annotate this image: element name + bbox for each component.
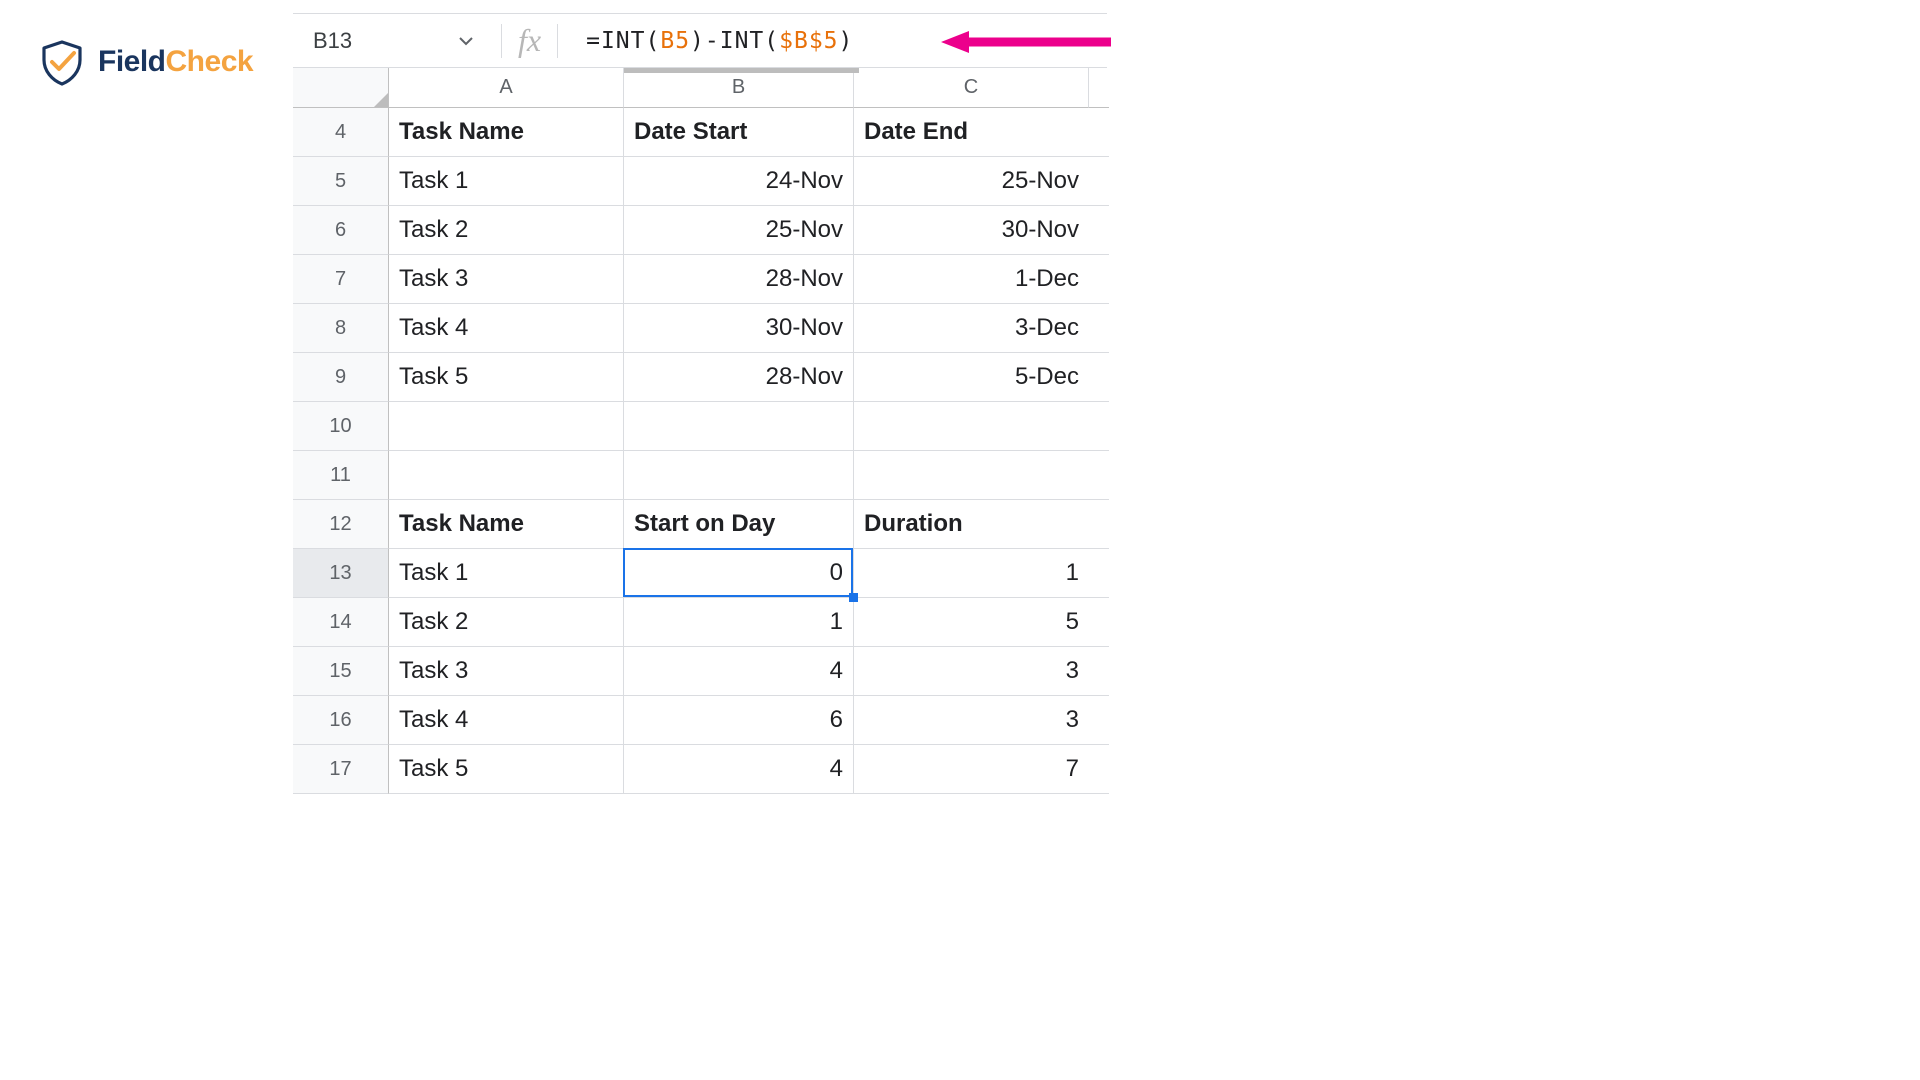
formula-input[interactable]: =INT(B5)-INT($B$5) <box>586 28 853 54</box>
cell-b15[interactable]: 4 <box>624 647 854 696</box>
row-header[interactable]: 11 <box>293 451 389 500</box>
name-box-value: B13 <box>313 28 352 54</box>
cell-a6[interactable]: Task 2 <box>389 206 624 255</box>
fx-icon: fx <box>518 22 557 59</box>
row-header[interactable]: 5 <box>293 157 389 206</box>
row-header[interactable]: 4 <box>293 108 389 157</box>
cell-b6[interactable]: 25-Nov <box>624 206 854 255</box>
row-header[interactable]: 17 <box>293 745 389 794</box>
brand-logo-text: FieldCheck <box>98 45 253 79</box>
cell-stub <box>1089 647 1109 696</box>
row-header[interactable]: 8 <box>293 304 389 353</box>
column-active-indicator <box>624 68 859 73</box>
cell-c7[interactable]: 1-Dec <box>854 255 1089 304</box>
cell-stub <box>1089 402 1109 451</box>
cell-b8[interactable]: 30-Nov <box>624 304 854 353</box>
column-header-a[interactable]: A <box>389 68 624 108</box>
cell-b10[interactable] <box>624 402 854 451</box>
cell-stub <box>1089 549 1109 598</box>
row-header[interactable]: 14 <box>293 598 389 647</box>
cell-stub <box>1089 745 1109 794</box>
cell-b5[interactable]: 24-Nov <box>624 157 854 206</box>
cell-a12[interactable]: Task Name <box>389 500 624 549</box>
cell-stub <box>1089 108 1109 157</box>
cell-stub <box>1089 206 1109 255</box>
row-header[interactable]: 9 <box>293 353 389 402</box>
divider <box>557 24 558 58</box>
cell-c10[interactable] <box>854 402 1089 451</box>
cell-a17[interactable]: Task 5 <box>389 745 624 794</box>
brand-text-part1: Field <box>98 45 166 78</box>
row-header[interactable]: 10 <box>293 402 389 451</box>
cell-c15[interactable]: 3 <box>854 647 1089 696</box>
brand-text-part2: Check <box>166 45 254 78</box>
cell-c17[interactable]: 7 <box>854 745 1089 794</box>
formula-text: =INT( <box>586 28 660 54</box>
cell-c11[interactable] <box>854 451 1089 500</box>
cell-c13[interactable]: 1 <box>854 549 1089 598</box>
column-header-stub <box>1089 68 1109 108</box>
cell-c8[interactable]: 3-Dec <box>854 304 1089 353</box>
cell-b14[interactable]: 1 <box>624 598 854 647</box>
row-header[interactable]: 13 <box>293 549 389 598</box>
formula-ref: $B$5 <box>779 28 838 54</box>
column-header-c[interactable]: C <box>854 68 1089 108</box>
cell-c16[interactable]: 3 <box>854 696 1089 745</box>
cell-a14[interactable]: Task 2 <box>389 598 624 647</box>
cell-stub <box>1089 696 1109 745</box>
cell-a8[interactable]: Task 4 <box>389 304 624 353</box>
cell-c9[interactable]: 5-Dec <box>854 353 1089 402</box>
cell-stub <box>1089 255 1109 304</box>
cell-c4[interactable]: Date End <box>854 108 1089 157</box>
cell-c12[interactable]: Duration <box>854 500 1089 549</box>
cell-b11[interactable] <box>624 451 854 500</box>
cell-a4[interactable]: Task Name <box>389 108 624 157</box>
cell-a5[interactable]: Task 1 <box>389 157 624 206</box>
cell-c5[interactable]: 25-Nov <box>854 157 1089 206</box>
cell-b12[interactable]: Start on Day <box>624 500 854 549</box>
formula-text: )-INT( <box>690 28 779 54</box>
divider <box>501 24 502 58</box>
cell-stub <box>1089 353 1109 402</box>
cell-stub <box>1089 598 1109 647</box>
brand-logo: FieldCheck <box>38 38 253 86</box>
column-header-b[interactable]: B <box>624 68 854 108</box>
row-header[interactable]: 6 <box>293 206 389 255</box>
cell-a10[interactable] <box>389 402 624 451</box>
name-box[interactable]: B13 <box>293 14 493 67</box>
chevron-down-icon[interactable] <box>459 36 473 46</box>
cell-stub <box>1089 304 1109 353</box>
cell-stub <box>1089 451 1109 500</box>
cell-grid[interactable]: A B C 4Task NameDate StartDate End5Task … <box>293 68 1107 794</box>
cell-a7[interactable]: Task 3 <box>389 255 624 304</box>
cell-a15[interactable]: Task 3 <box>389 647 624 696</box>
row-header[interactable]: 15 <box>293 647 389 696</box>
row-header[interactable]: 12 <box>293 500 389 549</box>
cell-b13[interactable]: 0 <box>624 549 854 598</box>
formula-text: ) <box>839 28 854 54</box>
formula-bar: B13 fx =INT(B5)-INT($B$5) <box>293 13 1107 68</box>
cell-b17[interactable]: 4 <box>624 745 854 794</box>
row-header[interactable]: 16 <box>293 696 389 745</box>
cell-b7[interactable]: 28-Nov <box>624 255 854 304</box>
spreadsheet: B13 fx =INT(B5)-INT($B$5) A B C 4Task Na… <box>293 13 1107 794</box>
row-header[interactable]: 7 <box>293 255 389 304</box>
cell-c6[interactable]: 30-Nov <box>854 206 1089 255</box>
cell-stub <box>1089 157 1109 206</box>
cell-a13[interactable]: Task 1 <box>389 549 624 598</box>
cell-b9[interactable]: 28-Nov <box>624 353 854 402</box>
formula-ref: B5 <box>660 28 690 54</box>
cell-stub <box>1089 500 1109 549</box>
fieldcheck-shield-icon <box>38 38 86 86</box>
cell-a16[interactable]: Task 4 <box>389 696 624 745</box>
cell-a11[interactable] <box>389 451 624 500</box>
cell-b4[interactable]: Date Start <box>624 108 854 157</box>
cell-c14[interactable]: 5 <box>854 598 1089 647</box>
cell-a9[interactable]: Task 5 <box>389 353 624 402</box>
select-all-corner[interactable] <box>293 68 389 108</box>
cell-b16[interactable]: 6 <box>624 696 854 745</box>
